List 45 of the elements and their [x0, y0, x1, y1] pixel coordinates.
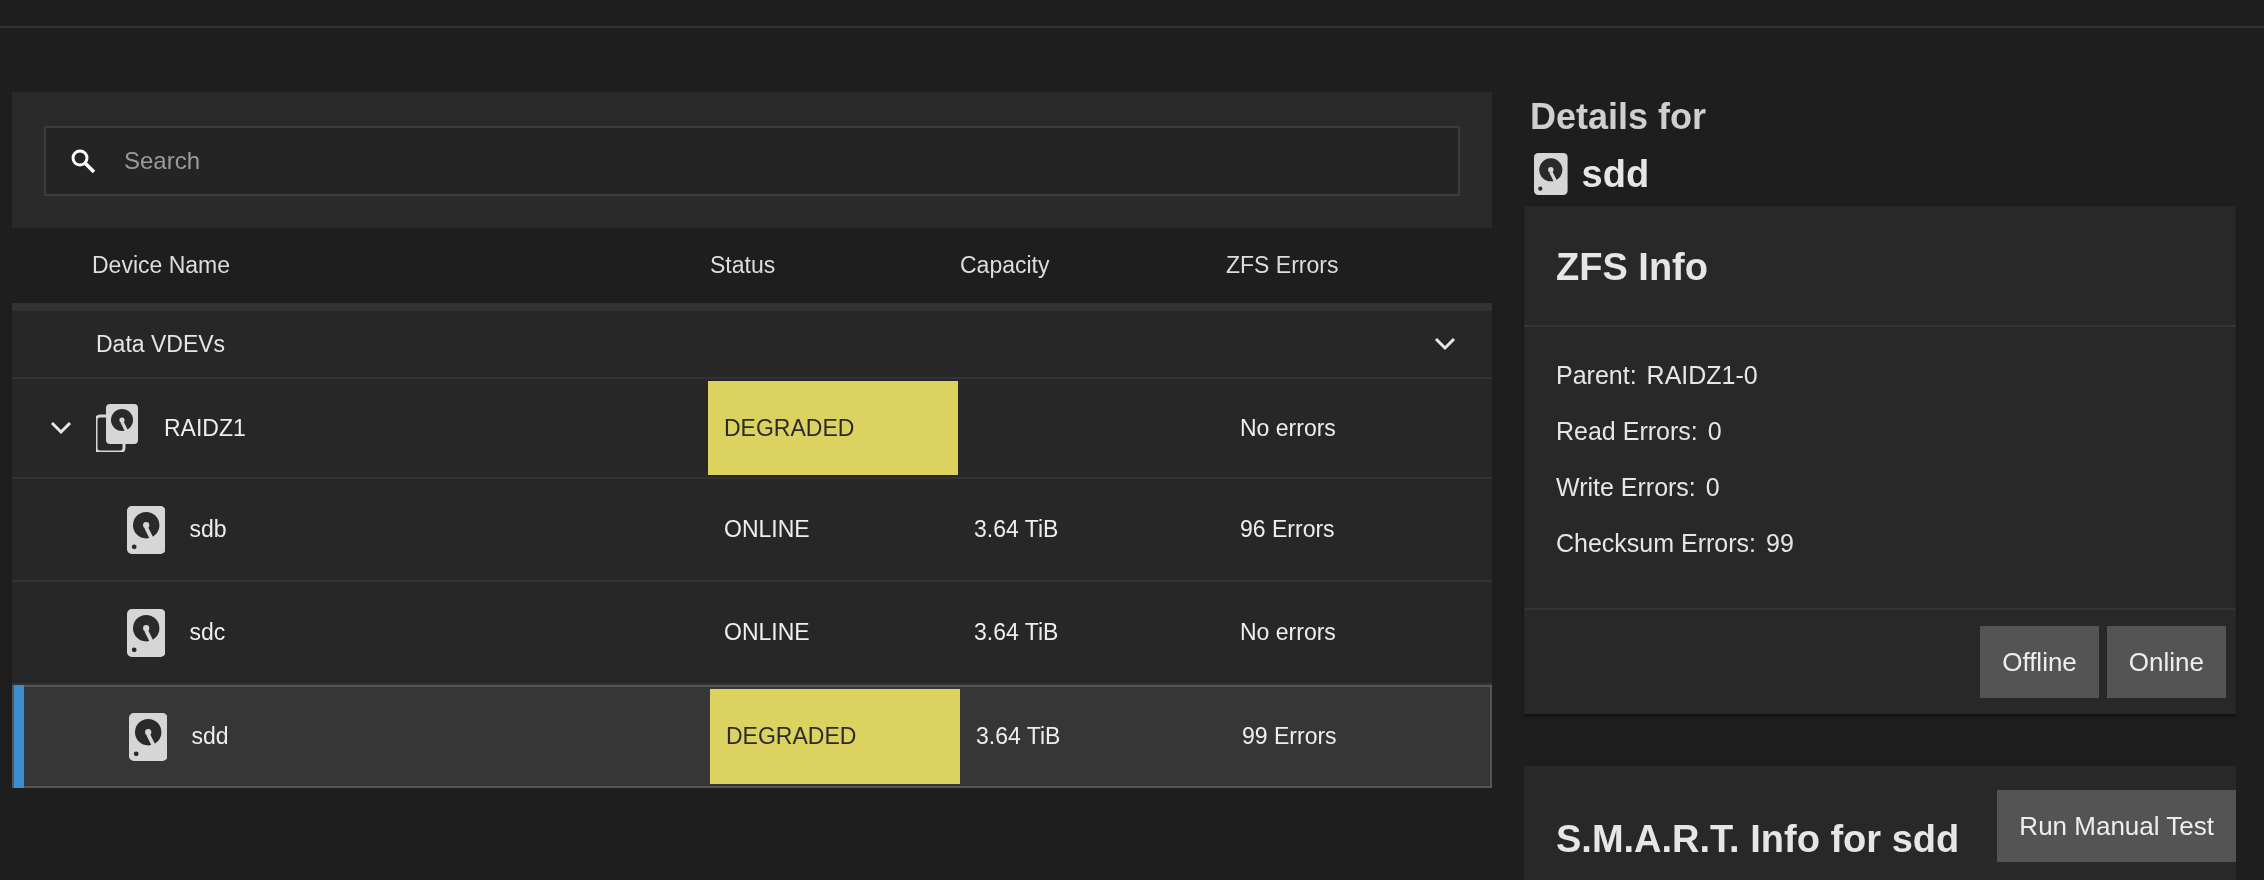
status-cell: DEGRADED — [710, 689, 960, 784]
field-value: 0 — [1705, 473, 1720, 502]
errors-cell: No errors — [1240, 619, 1336, 646]
run-test-button[interactable]: Run Manual Test — [1997, 790, 2236, 862]
disk-stack-icon — [96, 404, 140, 452]
errors-cell: 96 Errors — [1240, 516, 1335, 543]
column-header[interactable]: ZFS Errors — [1224, 252, 1492, 279]
table-row[interactable]: sdd DEGRADED 3.64 TiB 99 Errors — [12, 685, 1492, 788]
capacity-cell: 3.64 TiB — [976, 723, 1061, 750]
field-value: 0 — [1707, 417, 1722, 446]
errors-cell: No errors — [1240, 414, 1336, 442]
column-header[interactable]: Status — [708, 252, 958, 279]
field-value: RAIDZ1-0 — [1646, 361, 1758, 390]
search-field[interactable]: Search — [44, 126, 1460, 196]
column-header[interactable]: Device Name — [12, 252, 708, 279]
card-title: S.M.A.R.T. Info for sdd — [1556, 818, 1960, 861]
field-value: 99 — [1766, 529, 1794, 558]
search-icon — [70, 148, 96, 174]
status-cell: DEGRADED — [708, 381, 958, 475]
field-label: Checksum Errors: — [1556, 529, 1757, 558]
errors-cell: 99 Errors — [1242, 723, 1337, 750]
status-cell-text: ONLINE — [723, 618, 811, 647]
table-row[interactable]: sdb ONLINE 3.64 TiB 96 Errors — [12, 479, 1492, 582]
table-row[interactable]: sdc ONLINE 3.64 TiB No errors — [12, 582, 1492, 685]
device-name: sdd — [191, 723, 229, 750]
chevron-icon[interactable] — [50, 421, 72, 435]
chevron-icon[interactable] — [1434, 337, 1456, 351]
device-name: sdc — [189, 619, 226, 646]
details-heading: Details for — [1529, 96, 1708, 138]
status-cell-text: ONLINE — [723, 515, 811, 544]
device-name: RAIDZ1 — [164, 414, 246, 442]
action-button[interactable]: Offline — [1980, 626, 2099, 698]
device-name: sdb — [189, 516, 227, 543]
field-label: Read Errors: — [1556, 417, 1698, 446]
capacity-cell: 3.64 TiB — [974, 619, 1059, 646]
card-title: ZFS Info — [1524, 206, 2236, 327]
group-row[interactable]: Data VDEVs — [12, 311, 1492, 379]
field-label: Parent: — [1556, 361, 1637, 390]
group-label: Data VDEVs — [96, 330, 226, 358]
action-button[interactable]: Online — [2106, 626, 2226, 698]
column-header[interactable]: Capacity — [958, 252, 1224, 279]
capacity-cell: 3.64 TiB — [974, 516, 1059, 543]
field-label: Write Errors: — [1556, 473, 1696, 502]
table-row[interactable]: RAIDZ1 DEGRADED No errors — [12, 379, 1492, 479]
device-title: sdd — [1581, 152, 1650, 196]
